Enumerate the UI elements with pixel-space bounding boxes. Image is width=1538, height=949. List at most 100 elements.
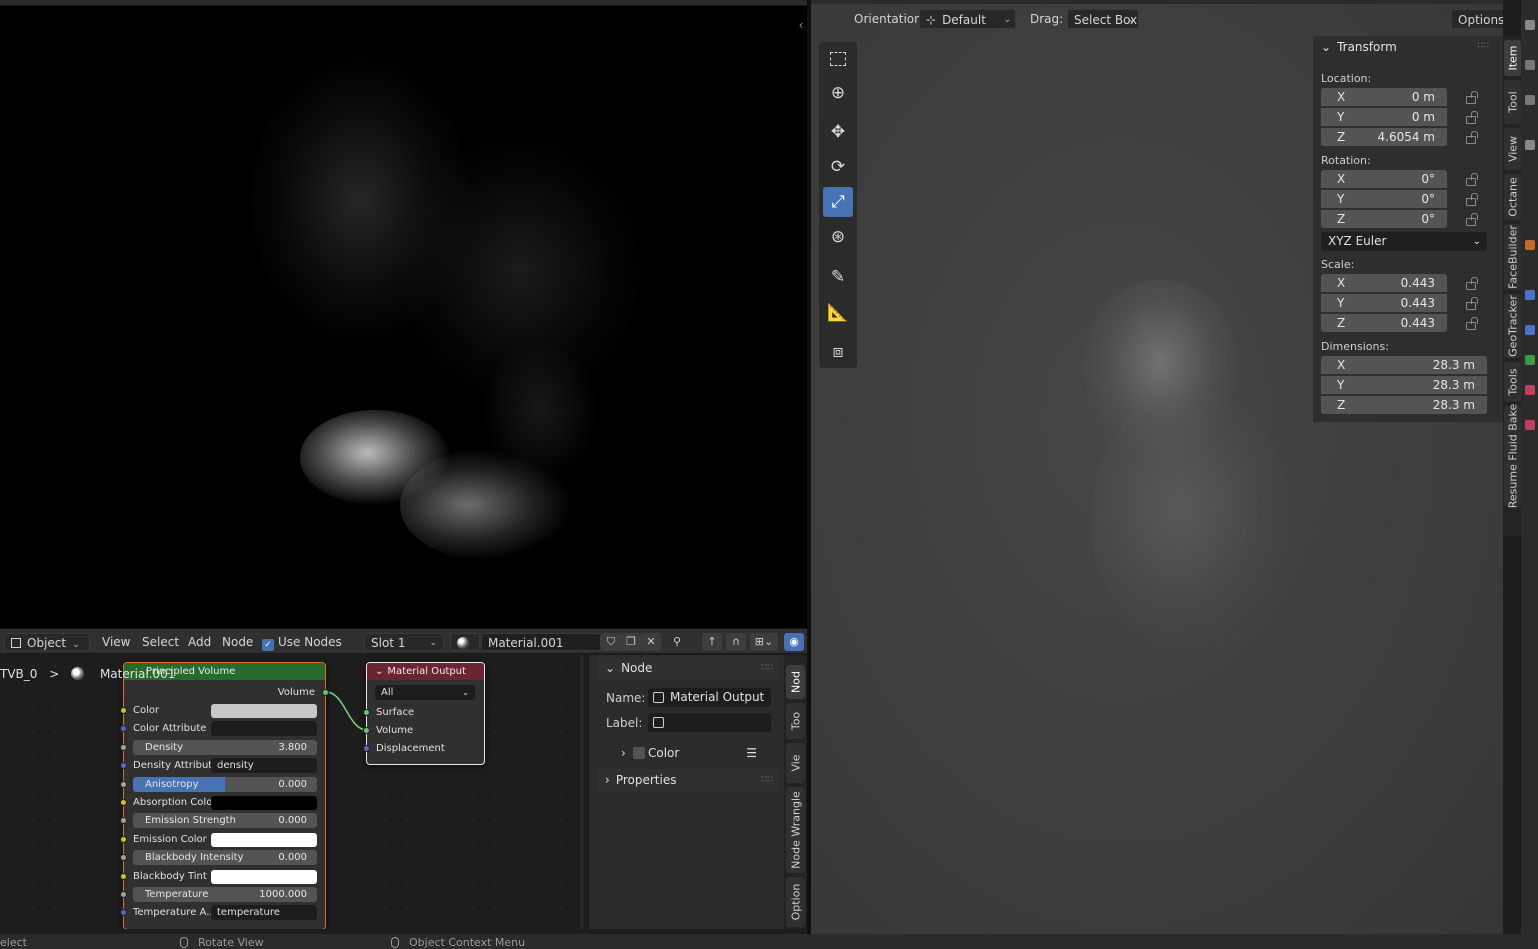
preset-list-icon[interactable]: ☰ — [746, 742, 757, 764]
input-socket[interactable] — [120, 799, 127, 806]
lock-icon[interactable] — [1463, 296, 1477, 310]
slider-field[interactable]: Emission Strength 0.000 — [133, 813, 317, 829]
tab-item[interactable]: Item — [1504, 40, 1521, 76]
volume-socket[interactable] — [363, 727, 370, 734]
output-socket[interactable] — [322, 689, 329, 696]
drag-grip-icon[interactable]: ∷∷ — [762, 769, 773, 791]
collapse-chevron-icon[interactable]: ⌄ — [375, 666, 383, 677]
input-socket[interactable] — [120, 762, 127, 770]
node-editor-canvas[interactable]: TVB_0 > Material.001 Principled Volume V… — [0, 655, 588, 929]
material-name-field[interactable]: Material.001 — [481, 633, 601, 651]
collapse-sidebar-icon[interactable]: ‹ — [795, 18, 807, 36]
location-y-field[interactable]: Y 0 m — [1321, 107, 1447, 126]
addon-icon[interactable] — [1525, 355, 1535, 365]
properties-panel-header[interactable]: › Properties ∷∷ — [597, 769, 779, 791]
lock-icon[interactable] — [1463, 110, 1477, 124]
lock-icon[interactable] — [1463, 276, 1477, 290]
addon-icon[interactable] — [1525, 20, 1535, 30]
addon-icon[interactable] — [1525, 140, 1535, 150]
orientation-dropdown[interactable]: ⊹ Default ⌄ — [919, 9, 1016, 29]
addon-icon[interactable] — [1525, 240, 1535, 250]
target-dropdown[interactable]: All ⌄ — [375, 685, 475, 700]
principled-volume-node[interactable]: Principled Volume Volume Color Color Attr… — [120, 662, 329, 929]
tab-options[interactable]: Option — [786, 877, 805, 927]
tab-node[interactable]: Nod — [786, 665, 805, 699]
lock-icon[interactable] — [1463, 192, 1477, 206]
annotate-tool[interactable]: ✎ — [823, 262, 853, 292]
attribute-field[interactable]: temperature — [211, 905, 317, 921]
mode-dropdown[interactable]: Object ⌄ — [4, 633, 90, 651]
color-swatch[interactable] — [211, 796, 317, 810]
snap-target-icon[interactable]: ⊞⌄ — [750, 633, 778, 651]
select-box-tool[interactable] — [823, 44, 853, 74]
snap-icon[interactable]: ∩ — [726, 633, 746, 651]
drag-grip-icon[interactable]: ∷∷ — [1478, 41, 1489, 51]
attribute-field[interactable]: density — [211, 758, 317, 774]
slider-field[interactable]: Blackbody Intensity 0.000 — [133, 850, 317, 866]
addon-icon[interactable] — [1525, 95, 1535, 105]
node-panel-header[interactable]: ⌄ Node ∷∷ — [597, 657, 779, 679]
overlay-toggle-icon[interactable]: ◉ — [784, 633, 804, 651]
name-field[interactable]: Material Output — [648, 688, 771, 707]
breadcrumb-object[interactable]: TVB_0 — [0, 667, 37, 681]
slider-field[interactable]: Temperature 1000.000 — [133, 887, 317, 902]
input-socket[interactable] — [120, 909, 127, 917]
slot-dropdown[interactable]: Slot 1 ⌄ — [364, 633, 444, 651]
render-viewport[interactable]: ‹ — [0, 0, 807, 628]
add-cube-tool[interactable]: ⧈ — [823, 337, 853, 367]
addon-icon[interactable] — [1525, 420, 1535, 430]
location-z-field[interactable]: Z 4.6054 m — [1321, 127, 1447, 146]
dimensions-y-field[interactable]: Y 28.3 m — [1321, 375, 1487, 394]
use-nodes-toggle[interactable]: ✓ Use Nodes — [262, 633, 342, 651]
tab-view[interactable]: Vie — [786, 743, 805, 783]
move-tool[interactable]: ✥ — [823, 117, 853, 147]
material-output-node[interactable]: ⌄ Material Output All ⌄ Surface Volume Dis… — [363, 662, 485, 765]
color-subpanel-header[interactable]: › Color ☰ — [597, 742, 779, 764]
drag-grip-icon[interactable]: ∷∷ — [762, 657, 773, 679]
tab-octane[interactable]: Octane — [1504, 174, 1521, 220]
rotate-tool[interactable]: ⟳ — [823, 152, 853, 182]
rotation-y-field[interactable]: Y 0° — [1321, 189, 1447, 208]
input-socket[interactable] — [120, 780, 127, 788]
scale-z-field[interactable]: Z 0.443 — [1321, 313, 1447, 332]
tab-tools[interactable]: Tools — [1504, 362, 1521, 402]
tab-geotracker[interactable]: GeoTracker — [1504, 294, 1521, 358]
transform-header[interactable]: ⌄ Transform — [1321, 40, 1397, 54]
input-socket[interactable] — [120, 743, 127, 751]
input-socket[interactable] — [120, 835, 127, 843]
color-checkbox[interactable] — [633, 747, 645, 759]
fake-user-shield-icon[interactable]: ⛉ — [601, 633, 621, 651]
node-title[interactable]: ⌄ Material Output — [367, 663, 484, 680]
color-swatch[interactable] — [211, 832, 317, 847]
tab-facebuilder[interactable]: FaceBuilder — [1504, 224, 1521, 290]
slider-field[interactable]: Density 3.800 — [133, 739, 317, 755]
cursor-tool[interactable]: ⊕ — [823, 78, 853, 108]
lock-icon[interactable] — [1463, 316, 1477, 330]
tab-resume-fluid-bake[interactable]: Resume Fluid Bake — [1504, 404, 1521, 508]
breadcrumb-material[interactable]: Material.001 — [100, 667, 175, 681]
tab-tool[interactable]: Tool — [1504, 80, 1521, 124]
addon-icon[interactable] — [1525, 325, 1535, 335]
parent-node-tree-icon[interactable]: ↑ — [702, 633, 722, 651]
addon-icon[interactable] — [1525, 385, 1535, 395]
tab-node-wrangler[interactable]: Node Wrangle — [786, 787, 805, 873]
label-field[interactable] — [648, 713, 771, 732]
tab-tool[interactable]: Too — [786, 703, 805, 739]
dimensions-z-field[interactable]: Z 28.3 m — [1321, 395, 1487, 414]
input-socket[interactable] — [120, 817, 127, 825]
location-x-field[interactable]: X 0 m — [1321, 88, 1447, 106]
rotation-mode-dropdown[interactable]: XYZ Euler ⌄ — [1321, 232, 1487, 251]
scale-tool[interactable]: ⤢ — [823, 187, 853, 217]
displacement-socket[interactable] — [363, 745, 370, 752]
unlink-close-icon[interactable]: ✕ — [641, 633, 661, 651]
attribute-field[interactable] — [211, 721, 317, 737]
drag-dropdown[interactable]: Select Box ⌄ — [1067, 9, 1139, 29]
input-socket[interactable] — [120, 725, 127, 733]
scale-x-field[interactable]: X 0.443 — [1321, 274, 1447, 292]
slider-field[interactable]: Anisotropy 0.000 — [133, 776, 317, 792]
menu-select[interactable]: Select — [142, 633, 179, 651]
options-dropdown[interactable]: Options⌄ — [1451, 9, 1503, 29]
scale-y-field[interactable]: Y 0.443 — [1321, 293, 1447, 312]
lock-icon[interactable] — [1463, 212, 1477, 226]
canvas-scrollbar[interactable] — [580, 655, 584, 929]
